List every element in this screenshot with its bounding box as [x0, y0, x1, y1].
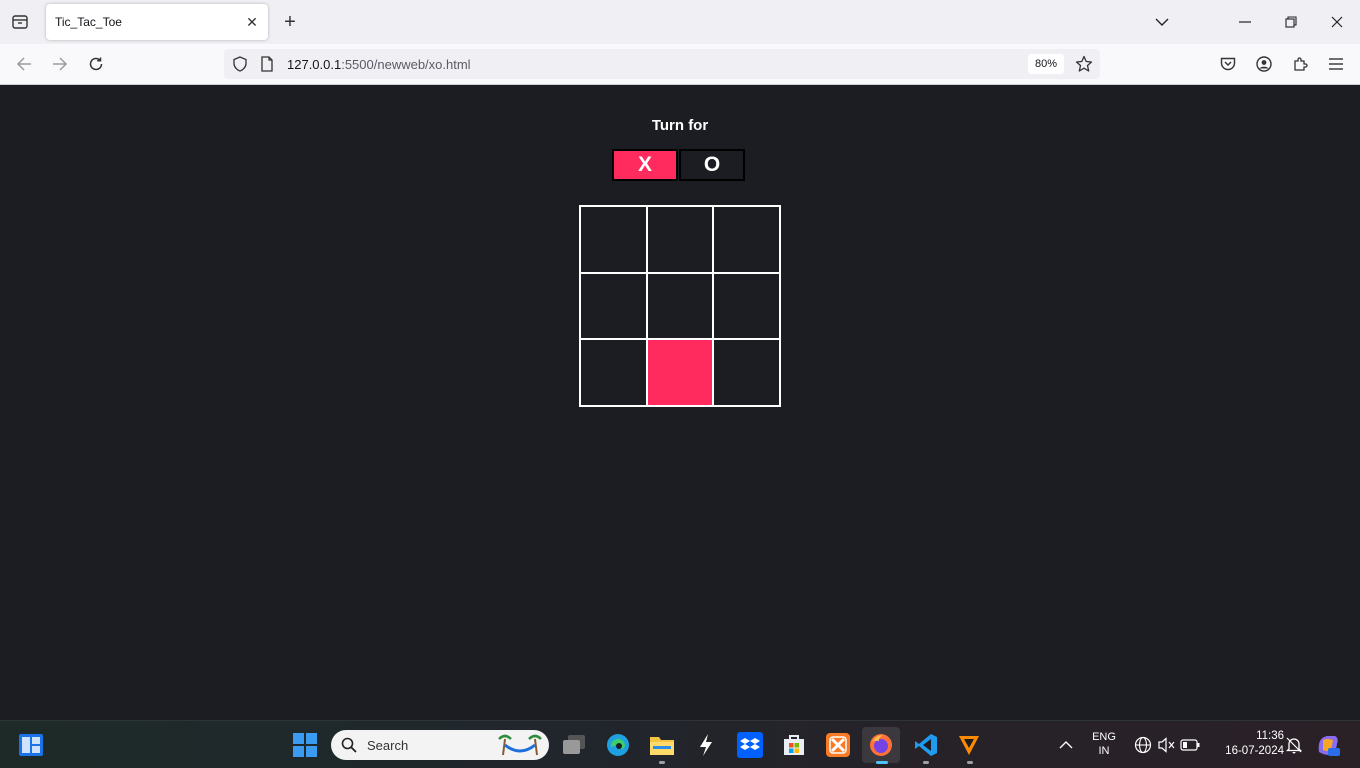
clock[interactable]: 11:36 16-07-2024 [1208, 730, 1284, 757]
board-cell[interactable] [646, 206, 714, 273]
dropbox-icon[interactable] [737, 732, 763, 758]
navigation-bar: 127.0.0.1:5500/newweb/xo.html 80% [0, 44, 1360, 85]
copilot-icon[interactable] [1315, 732, 1341, 758]
turn-label: Turn for [651, 117, 709, 134]
clock-date: 16-07-2024 [1225, 745, 1284, 757]
turn-x-indicator: X [612, 149, 678, 181]
shield-icon[interactable] [232, 56, 248, 77]
notification-bell-icon[interactable] [1281, 732, 1307, 758]
running-indicator [967, 761, 973, 764]
edge-icon[interactable] [605, 732, 631, 758]
active-indicator [876, 761, 888, 764]
account-icon[interactable] [1252, 53, 1276, 75]
star-bookmark-icon[interactable] [1075, 55, 1093, 78]
board-cell[interactable] [713, 206, 780, 273]
xampp-icon[interactable] [825, 732, 851, 758]
board-cell[interactable] [580, 272, 647, 340]
restore-icon[interactable] [1278, 10, 1304, 34]
firefox-icon[interactable] [862, 727, 900, 763]
chevron-down-icon[interactable] [1149, 10, 1175, 34]
windows-start-icon[interactable] [292, 732, 318, 758]
volume-muted-icon[interactable] [1153, 732, 1179, 758]
minimize-icon[interactable] [1232, 10, 1258, 34]
new-tab-icon[interactable]: + [280, 11, 300, 33]
page-icon[interactable] [260, 56, 274, 77]
sublime-like-icon[interactable] [956, 732, 982, 758]
search-placeholder: Search [367, 738, 409, 753]
tab-bar: Tic_Tac_Toe ✕ + [0, 0, 1360, 44]
bolt-app-icon[interactable] [693, 732, 719, 758]
tab-list-icon[interactable] [8, 11, 32, 33]
address-bar[interactable]: 127.0.0.1:5500/newweb/xo.html 80% [224, 49, 1100, 79]
url-host: 127.0.0.1 [287, 57, 342, 72]
url-path: :5500/newweb/xo.html [341, 57, 471, 72]
url-text[interactable]: 127.0.0.1:5500/newweb/xo.html [287, 57, 471, 72]
vscode-icon[interactable] [913, 732, 939, 758]
board-cell[interactable] [646, 339, 714, 406]
menu-icon[interactable] [1324, 53, 1348, 75]
back-arrow-icon[interactable] [12, 53, 36, 75]
zoom-indicator[interactable]: 80% [1028, 54, 1064, 74]
page-content: Turn for X O [0, 85, 1360, 720]
hammock-icon [497, 733, 543, 762]
task-view-icon[interactable] [561, 732, 587, 758]
taskbar-search[interactable]: Search [331, 730, 549, 760]
tab-tic-tac-toe[interactable]: Tic_Tac_Toe ✕ [46, 4, 268, 40]
microsoft-store-icon[interactable] [781, 732, 807, 758]
taskbar: Search ENG IN 11:36 16-07-2024 [0, 720, 1360, 768]
running-indicator [923, 761, 929, 764]
board-cell[interactable] [580, 339, 647, 406]
file-explorer-icon[interactable] [649, 732, 675, 758]
running-indicator [659, 761, 665, 764]
clock-time: 11:36 [1256, 730, 1284, 742]
board-cell[interactable] [580, 206, 647, 273]
widgets-icon[interactable] [18, 732, 44, 758]
forward-arrow-icon[interactable] [48, 53, 72, 75]
close-tab-icon[interactable]: ✕ [244, 14, 260, 30]
board-cell[interactable] [713, 339, 780, 406]
reload-icon[interactable] [84, 53, 108, 75]
board-cell[interactable] [713, 272, 780, 340]
close-window-icon[interactable] [1324, 10, 1350, 34]
tab-title: Tic_Tac_Toe [55, 15, 122, 29]
pocket-icon[interactable] [1216, 53, 1240, 75]
language-primary: ENG [1092, 731, 1116, 743]
game-board [579, 205, 781, 407]
language-indicator[interactable]: ENG IN [1088, 731, 1120, 757]
battery-icon[interactable] [1177, 732, 1203, 758]
board-cell[interactable] [646, 272, 714, 340]
search-icon [341, 737, 357, 758]
language-secondary: IN [1098, 745, 1110, 757]
chevron-up-icon[interactable] [1053, 732, 1079, 758]
extensions-icon[interactable] [1288, 53, 1312, 75]
turn-o-indicator: O [679, 149, 745, 181]
